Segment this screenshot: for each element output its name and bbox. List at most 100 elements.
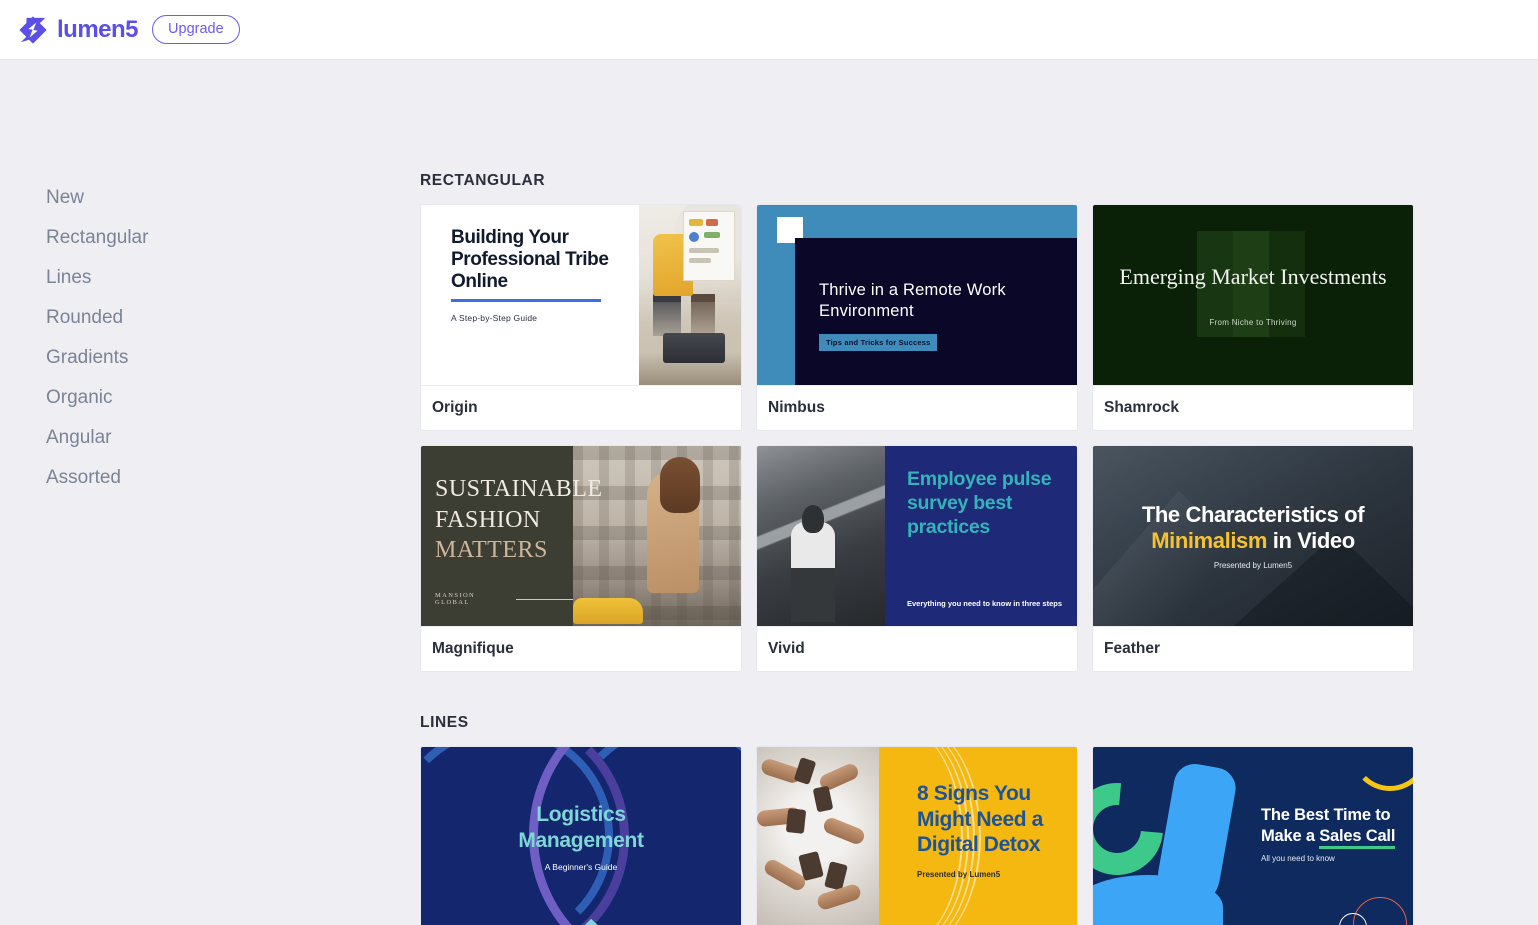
sidebar-item-new[interactable]: New [46,178,226,218]
sidebar-item-rounded[interactable]: Rounded [46,298,226,338]
thumb-text-block: The Best Time to Make a Sales Call All y… [1261,805,1395,863]
thumb-title-line1: 8 Signs You [917,782,1031,805]
thumb-subtitle: Presented by Lumen5 [1213,560,1293,570]
section-lines: LINES Logistics Management A Beginner's … [420,714,1498,925]
brand[interactable]: lumen5 [18,15,139,45]
template-card-tracer[interactable]: 8 Signs You Might Need a Digital Detox P… [756,746,1078,925]
thumb-title: Logistics Management [518,802,644,852]
template-thumbnail[interactable]: Thrive in a Remote Work Environment Tips… [757,205,1077,385]
whiteboard-chart [683,211,735,281]
thumb-title-line1: SUSTAINABLE [435,476,603,502]
eyebrow-rule [516,598,573,600]
thumb-eyebrow-row: MANSION GLOBAL [435,592,573,606]
phone [785,808,807,834]
template-card-shamrock[interactable]: Emerging Market Investments From Niche t… [1092,204,1414,431]
template-grid: Building Your Professional Tribe Online … [420,204,1498,672]
person-head [802,505,824,534]
template-thumbnail[interactable]: Logistics Management A Beginner's Guide [421,747,741,925]
template-card-feather[interactable]: The Characteristics of Minimalism in Vid… [1092,445,1414,672]
sidebar-item-gradients[interactable]: Gradients [46,338,226,378]
thumb-accent-rule [451,298,601,302]
thumb-subtitle: All you need to know [1261,853,1335,863]
thumb-title: Emerging Market Investments [1119,264,1387,290]
template-thumbnail[interactable]: The Characteristics of Minimalism in Vid… [1093,446,1413,626]
sidebar-item-lines[interactable]: Lines [46,258,226,298]
thumb-eyebrow: MANSION GLOBAL [435,592,476,607]
thumb-title: Employee pulse survey best practices [907,468,1052,538]
template-gallery: RECTANGULAR Building Your Professional T… [420,60,1538,925]
thumb-subtitle: From Niche to Thriving [1209,317,1297,327]
thumb-badge: Tips and Tricks for Success [819,334,938,352]
template-card-curly[interactable]: The Best Time to Make a Sales Call All y… [1092,746,1414,925]
template-name: Feather [1093,626,1413,671]
template-card-circuit[interactable]: Logistics Management A Beginner's Guide … [420,746,742,925]
page-body: New Rectangular Lines Rounded Gradients … [0,60,1538,925]
sidebar-item-organic[interactable]: Organic [46,378,226,418]
template-name: Nimbus [757,385,1077,430]
thumb-title-highlight: Minimalism [1151,528,1268,553]
template-thumbnail[interactable]: SUSTAINABLE FASHION MATTERS MANSION GLOB… [421,446,741,626]
template-grid: Logistics Management A Beginner's Guide … [420,746,1498,925]
thumb-title-line2: Might Need a [917,807,1043,831]
template-thumbnail[interactable]: The Best Time to Make a Sales Call All y… [1093,747,1413,925]
thumb-text-block: Thrive in a Remote Work Environment Tips… [795,238,1077,385]
thumb-title: SUSTAINABLE FASHION MATTERS [435,474,602,566]
thumb-title: Thrive in a Remote Work Environment [819,281,1006,321]
category-sidebar: New Rectangular Lines Rounded Gradients … [0,60,420,925]
sidebar-item-angular[interactable]: Angular [46,418,226,458]
template-card-vivid[interactable]: Employee pulse survey best practices Eve… [756,445,1078,672]
template-name: Shamrock [1093,385,1413,430]
brand-name: lumen5 [57,15,139,43]
template-name: Origin [421,385,741,430]
template-thumbnail[interactable]: Emerging Market Investments From Niche t… [1093,205,1413,385]
template-card-magnifique[interactable]: SUSTAINABLE FASHION MATTERS MANSION GLOB… [420,445,742,672]
thumb-subtitle: A Step-by-Step Guide [451,312,538,323]
woman-walking-street-fashion-photo [573,446,741,626]
thumb-text-block: Building Your Professional Tribe Online … [421,205,639,385]
taxi [573,598,643,624]
thumb-title: The Best Time to Make a Sales Call [1261,805,1395,849]
thumb-title-line2: Management [518,828,644,852]
thumb-title-line2-pre: Make a [1261,826,1320,845]
template-thumbnail[interactable]: Employee pulse survey best practices Eve… [757,446,1077,626]
phone [793,757,817,785]
thumb-footer: Everything you need to know in three ste… [907,599,1063,608]
thumb-title: 8 Signs You Might Need a Digital Detox [917,781,1077,858]
template-card-origin[interactable]: Building Your Professional Tribe Online … [420,204,742,431]
thumb-title-line1: Logistics [536,803,626,827]
hair [660,456,701,513]
thumb-title: The Characteristics of Minimalism in Vid… [1141,502,1365,554]
office-team-meeting-photo [639,205,741,385]
template-name: Vivid [757,626,1077,671]
thumb-title-pre: The Characteristics of [1141,502,1365,528]
thumb-title-underlined: Sales Call [1319,826,1395,849]
app-header: lumen5 Upgrade [0,0,1538,60]
sidebar-item-assorted[interactable]: Assorted [46,458,226,498]
template-thumbnail[interactable]: Building Your Professional Tribe Online … [421,205,741,385]
thumb-title-line3: MATTERS [435,537,548,564]
section-title: RECTANGULAR [420,172,546,189]
thumb-text-block: Employee pulse survey best practices Eve… [885,446,1077,626]
thumb-title-line2: FASHION [435,506,541,533]
yellow-arc [1351,747,1413,791]
template-card-nimbus[interactable]: Thrive in a Remote Work Environment Tips… [756,204,1078,431]
upgrade-button[interactable]: Upgrade [152,14,240,45]
black-and-white-portrait-hillside-photo [757,446,885,626]
thumb-text-block: SUSTAINABLE FASHION MATTERS MANSION GLOB… [421,446,602,626]
template-name: Magnifique [421,626,741,671]
thumb-title-line3: Digital Detox [917,833,1041,857]
thumb-title-post: in Video [1267,528,1355,553]
blue-blob-shape [1153,760,1239,912]
section-title: LINES [420,714,469,731]
thumb-subtitle: Presented by Lumen5 [917,869,1001,879]
sidebar-item-rectangular[interactable]: Rectangular [46,218,226,258]
lumen5-diamond-logo-icon [19,15,47,44]
laptop [663,333,725,363]
thumb-subtitle: A Beginner's Guide [544,861,618,872]
person-figure [791,521,835,622]
thumb-title-line1: The Best Time to [1261,806,1391,824]
thumb-title: Building Your Professional Tribe Online [451,227,609,293]
template-thumbnail[interactable]: 8 Signs You Might Need a Digital Detox P… [757,747,1077,925]
thumb-text-block: 8 Signs You Might Need a Digital Detox P… [879,747,1077,925]
